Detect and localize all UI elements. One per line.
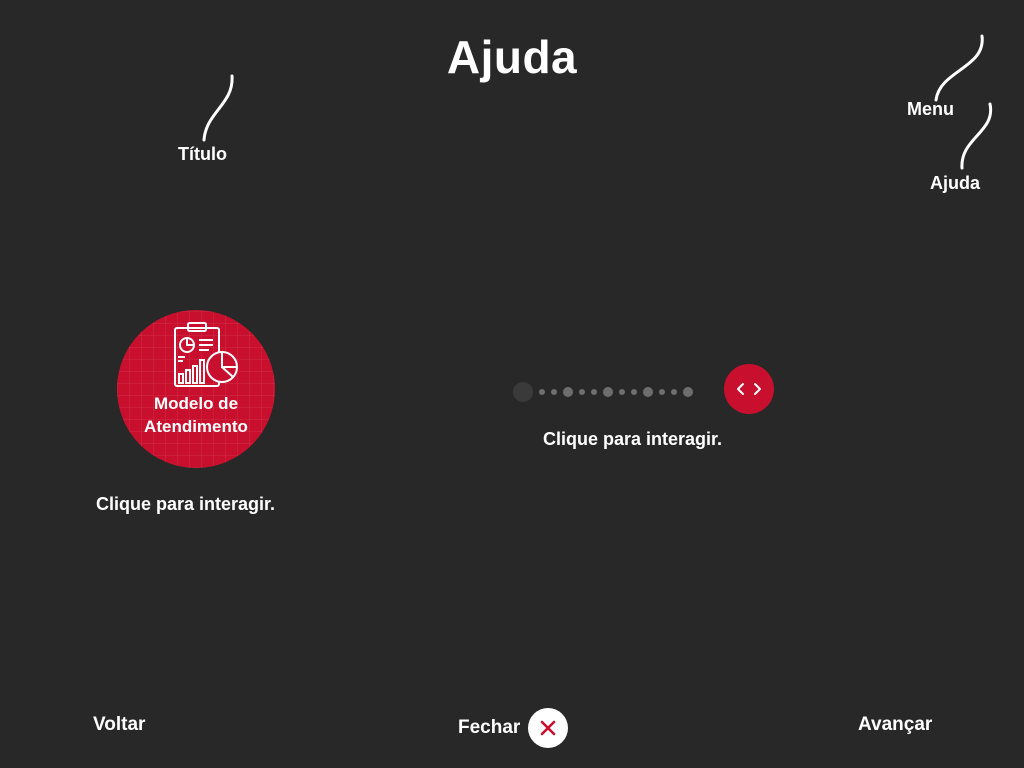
pagination-dot[interactable] (551, 389, 557, 395)
page-title: Ajuda (446, 31, 578, 83)
callout-line-ajuda (960, 102, 993, 170)
pagination-dot[interactable] (619, 389, 625, 395)
callout-line-titulo (202, 74, 234, 142)
module-label-line2: Atendimento (144, 417, 248, 436)
module-label: Modelo de Atendimento (117, 392, 275, 438)
pagination-dot[interactable] (579, 389, 585, 395)
pagination-dots (513, 382, 699, 402)
close-label[interactable]: Fechar (458, 717, 520, 739)
callout-line-menu (934, 34, 984, 102)
pagination-dot[interactable] (659, 389, 665, 395)
pagination-hint: Clique para interagir. (543, 429, 723, 449)
callout-menu: Menu (907, 99, 954, 119)
pagination-dot[interactable] (513, 382, 533, 402)
pagination-dot[interactable] (563, 387, 573, 397)
next-button[interactable]: Avançar (858, 714, 932, 736)
close-button[interactable] (528, 708, 568, 748)
close-icon (540, 720, 556, 736)
module-button-modelo-de-atendimento[interactable]: Modelo de Atendimento (117, 310, 275, 468)
pagination-dot[interactable] (591, 389, 597, 395)
callout-ajuda: Ajuda (930, 173, 981, 193)
pagination-dot[interactable] (643, 387, 653, 397)
callout-titulo: Título (178, 144, 227, 164)
pagination-dot[interactable] (539, 389, 545, 395)
back-button[interactable]: Voltar (93, 714, 145, 736)
pagination-dot[interactable] (631, 389, 637, 395)
chevron-left-right-icon (737, 383, 761, 395)
module-label-line1: Modelo de (153, 394, 239, 413)
module-hint: Clique para interagir. (96, 494, 276, 514)
code-nav-button[interactable] (724, 364, 774, 414)
clipboard-chart-icon (174, 322, 238, 387)
pagination-dot[interactable] (603, 387, 613, 397)
pagination-dot[interactable] (683, 387, 693, 397)
pagination-dot[interactable] (671, 389, 677, 395)
